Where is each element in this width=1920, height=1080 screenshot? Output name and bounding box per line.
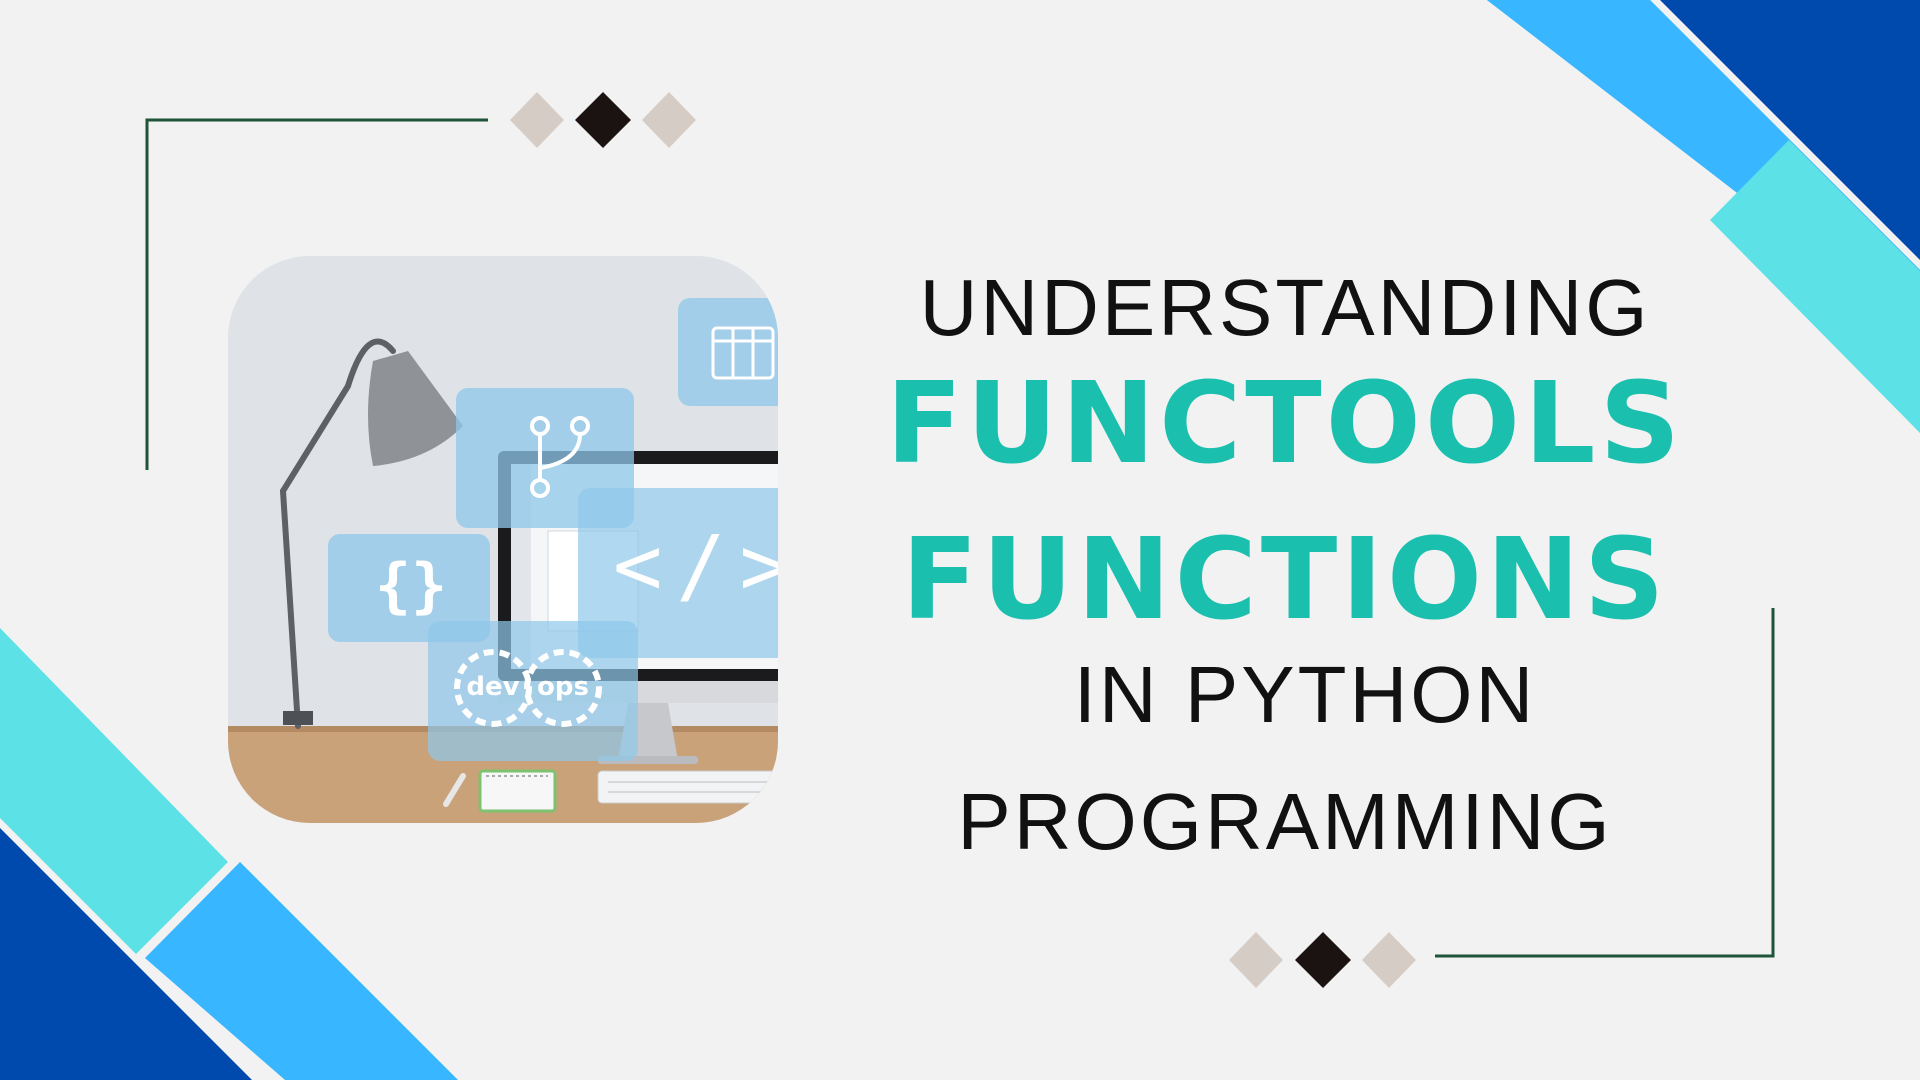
devops-ops-label: ops xyxy=(537,672,589,702)
devops-dev-label: dev xyxy=(466,672,520,702)
diamond-top-center xyxy=(575,92,631,148)
code-tag-icon: </> xyxy=(612,519,778,614)
diamond-bottom-right xyxy=(1362,932,1416,988)
title-line-programming: PROGRAMMING xyxy=(957,777,1613,866)
title-line-understanding: UNDERSTANDING xyxy=(919,263,1651,352)
curly-braces-icon: {} xyxy=(374,551,448,621)
diamond-top-right xyxy=(642,92,696,148)
kanban-board-panel xyxy=(678,298,778,406)
notepad-icon xyxy=(478,769,557,813)
diamond-bottom-center xyxy=(1295,932,1351,988)
keyboard-icon xyxy=(597,770,778,804)
title-line-in-python: IN PYTHON xyxy=(1073,650,1537,739)
diamond-top-left xyxy=(510,92,564,148)
title-line-functools: FUNCTOOLS xyxy=(885,359,1685,489)
hero-photo: {} </> dev ops xyxy=(228,256,778,823)
diamond-bottom-left xyxy=(1229,932,1283,988)
title-line-functions: FUNCTIONS xyxy=(901,515,1669,645)
